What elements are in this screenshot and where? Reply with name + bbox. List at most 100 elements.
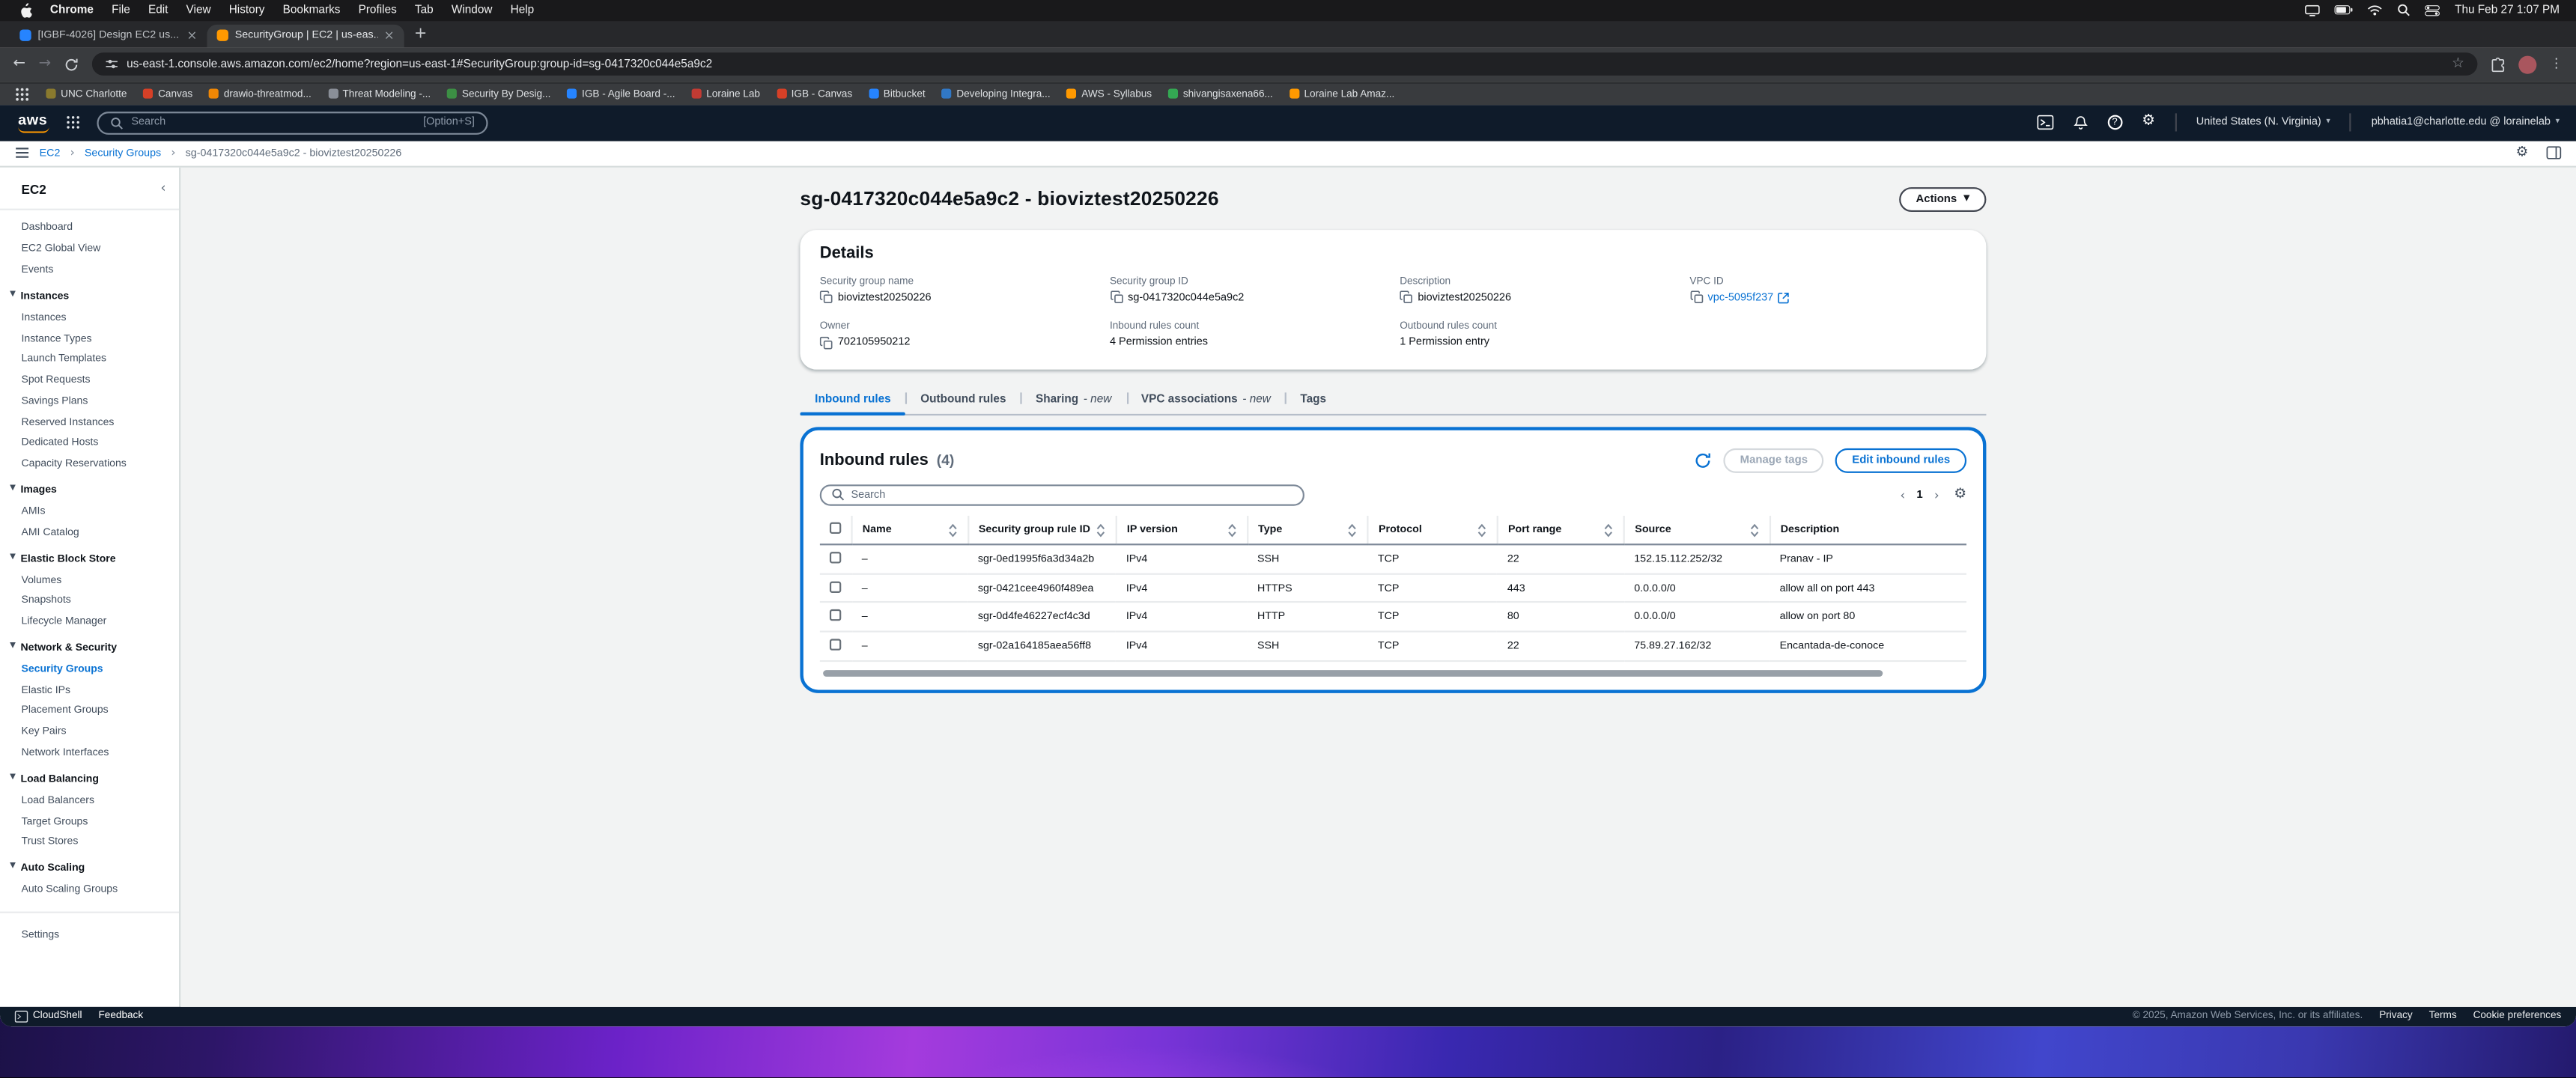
sort-icon[interactable] — [947, 523, 957, 537]
sidebar-section-ebs[interactable]: ▼Elastic Block Store — [0, 543, 179, 569]
actions-button[interactable]: Actions▼ — [1900, 186, 1987, 211]
sort-icon[interactable] — [1477, 523, 1486, 537]
column-header-protocol[interactable]: Protocol — [1368, 516, 1498, 544]
profile-avatar[interactable] — [2518, 55, 2536, 73]
menu-window[interactable]: Window — [443, 4, 502, 16]
rules-search-input[interactable]: Search — [820, 484, 1304, 507]
sidebar-item-spot-requests[interactable]: Spot Requests — [0, 370, 179, 391]
cookie-preferences-link[interactable]: Cookie preferences — [2473, 1011, 2562, 1022]
tab-close-icon[interactable]: × — [186, 29, 197, 41]
row-checkbox[interactable] — [830, 639, 841, 650]
sort-icon[interactable] — [1749, 523, 1759, 537]
region-selector[interactable]: United States (N. Virginia)▾ — [2196, 117, 2330, 128]
sort-icon[interactable] — [1604, 523, 1614, 537]
bookmark-item[interactable]: Developing Integra... — [942, 88, 1051, 99]
address-bar[interactable]: us-east-1.console.aws.amazon.com/ec2/hom… — [92, 52, 2477, 76]
sidebar-item-lifecycle-manager[interactable]: Lifecycle Manager — [0, 612, 179, 633]
menu-help[interactable]: Help — [502, 4, 544, 16]
sidebar-item-instances[interactable]: Instances — [0, 307, 179, 328]
row-checkbox[interactable] — [830, 552, 841, 563]
sidebar-item-launch-templates[interactable]: Launch Templates — [0, 349, 179, 370]
sort-icon[interactable] — [1096, 523, 1105, 537]
forward-icon[interactable]: → — [39, 57, 52, 72]
settings-gear-icon[interactable]: ⚙ — [2142, 115, 2155, 130]
scrollbar-thumb[interactable] — [823, 669, 1883, 677]
sidebar-item-dedicated-hosts[interactable]: Dedicated Hosts — [0, 433, 179, 454]
bookmark-item[interactable]: Threat Modeling -... — [328, 88, 431, 99]
cloudshell-footer-button[interactable]: CloudShell — [15, 1010, 82, 1023]
vpc-link[interactable]: vpc-5095f237 — [1708, 292, 1774, 303]
notifications-bell-icon[interactable] — [2073, 115, 2088, 130]
row-checkbox[interactable] — [830, 609, 841, 621]
column-header-description[interactable]: Description — [1770, 516, 1966, 544]
console-search-input[interactable]: Search [Option+S] — [97, 111, 487, 134]
sort-icon[interactable] — [1227, 523, 1236, 537]
column-header-name[interactable]: Name — [852, 516, 968, 544]
prev-page-icon[interactable]: ‹ — [1900, 489, 1905, 501]
menu-bar-clock[interactable]: Thu Feb 27 1:07 PM — [2455, 4, 2560, 16]
new-tab-button[interactable]: + — [414, 26, 427, 42]
tab-tags[interactable]: Tags — [1286, 394, 1341, 413]
menu-tab[interactable]: Tab — [406, 4, 443, 16]
breadcrumb-ec2[interactable]: EC2 — [40, 147, 61, 158]
row-checkbox[interactable] — [830, 581, 841, 592]
battery-icon[interactable] — [2335, 5, 2353, 15]
bookmark-item[interactable]: shivangisaxena66... — [1168, 88, 1273, 99]
tab-sharing[interactable]: Sharing- new — [1021, 394, 1126, 413]
sidebar-item-volumes[interactable]: Volumes — [0, 570, 179, 591]
sidebar-item-auto-scaling-groups[interactable]: Auto Scaling Groups — [0, 879, 179, 900]
sidebar-item-events[interactable]: Events — [0, 260, 179, 281]
inbound-rule-row[interactable]: – sgr-0ed1995f6a3d34a2b IPv4 SSH TCP 22 … — [820, 545, 1966, 574]
bookmark-item[interactable]: IGB - Canvas — [777, 88, 852, 99]
split-panel-icon[interactable] — [2547, 146, 2562, 159]
menu-history[interactable]: History — [220, 4, 274, 16]
copy-icon[interactable] — [820, 291, 833, 305]
copy-icon[interactable] — [820, 336, 833, 350]
cloudshell-icon[interactable] — [2037, 115, 2053, 130]
aws-logo[interactable]: aws — [16, 112, 49, 133]
column-header-ip-version[interactable]: IP version — [1117, 516, 1248, 544]
sidebar-item-savings-plans[interactable]: Savings Plans — [0, 391, 179, 412]
tab-outbound-rules[interactable]: Outbound rules — [905, 394, 1021, 413]
sidebar-item-load-balancers[interactable]: Load Balancers — [0, 790, 179, 811]
sidebar-item-capacity-reservations[interactable]: Capacity Reservations — [0, 454, 179, 475]
current-page[interactable]: 1 — [1916, 490, 1922, 501]
copy-icon[interactable] — [1110, 291, 1123, 305]
tab-inbound-rules[interactable]: Inbound rules — [800, 394, 905, 413]
sidebar-item-trust-stores[interactable]: Trust Stores — [0, 832, 179, 853]
bookmark-apps-icon[interactable] — [15, 86, 30, 101]
sidebar-section-auto-scaling[interactable]: ▼Auto Scaling — [0, 853, 179, 879]
sidebar-section-load-balancing[interactable]: ▼Load Balancing — [0, 764, 179, 790]
reload-icon[interactable] — [64, 57, 79, 72]
next-page-icon[interactable]: › — [1934, 489, 1939, 501]
inbound-rule-row[interactable]: – sgr-02a164185aea56ff8 IPv4 SSH TCP 22 … — [820, 631, 1966, 660]
breadcrumb-security-groups[interactable]: Security Groups — [85, 147, 161, 158]
bookmark-item[interactable]: Canvas — [143, 88, 192, 99]
sidebar-item-dashboard[interactable]: Dashboard — [0, 218, 179, 239]
bookmark-item[interactable]: AWS - Syllabus — [1067, 88, 1152, 99]
refresh-icon[interactable] — [1694, 451, 1712, 469]
bookmark-item[interactable]: Bitbucket — [869, 88, 926, 99]
inbound-rule-row[interactable]: – sgr-0d4fe46227ecf4c3d IPv4 HTTP TCP 80… — [820, 603, 1966, 632]
chrome-menu-icon[interactable]: ⋮ — [2550, 58, 2563, 71]
sidebar-section-images[interactable]: ▼Images — [0, 475, 179, 501]
column-header-rule-id[interactable]: Security group rule ID — [968, 516, 1117, 544]
browser-tab-ec2[interactable]: SecurityGroup | EC2 | us-eas... × — [207, 24, 404, 47]
manage-tags-button[interactable]: Manage tags — [1724, 448, 1824, 472]
bookmark-item[interactable]: drawio-threatmod... — [209, 88, 312, 99]
menu-edit[interactable]: Edit — [139, 4, 177, 16]
sidebar-item-security-groups[interactable]: Security Groups — [0, 659, 179, 680]
menu-view[interactable]: View — [177, 4, 219, 16]
sidebar-section-network-security[interactable]: ▼Network & Security — [0, 633, 179, 659]
account-menu[interactable]: pbhatia1@charlotte.edu @ lorainelab▾ — [2372, 117, 2560, 128]
bookmark-item[interactable]: Loraine Lab — [691, 88, 759, 99]
sidebar-item-instance-types[interactable]: Instance Types — [0, 328, 179, 349]
menu-file[interactable]: File — [103, 4, 139, 16]
sidebar-collapse-icon[interactable]: ‹ — [161, 183, 166, 196]
privacy-link[interactable]: Privacy — [2379, 1011, 2413, 1022]
feedback-button[interactable]: Feedback — [98, 1011, 143, 1022]
edit-inbound-rules-button[interactable]: Edit inbound rules — [1835, 448, 1966, 472]
sidebar-item-key-pairs[interactable]: Key Pairs — [0, 722, 179, 743]
column-header-port-range[interactable]: Port range — [1498, 516, 1624, 544]
column-header-type[interactable]: Type — [1248, 516, 1368, 544]
